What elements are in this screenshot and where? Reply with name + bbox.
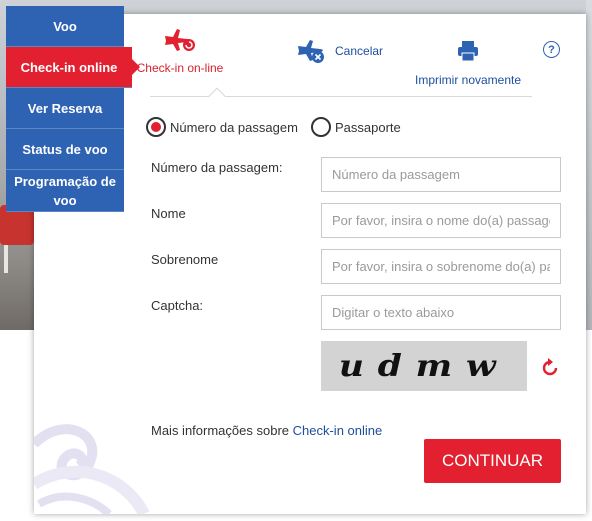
- tab-cancel[interactable]: Cancelar: [296, 40, 383, 71]
- tab-print[interactable]: Imprimir novamente: [412, 40, 524, 87]
- captcha-image: udmw: [321, 341, 527, 391]
- radio-passport-label: Passaporte: [335, 119, 401, 135]
- captcha-image-text: udmw: [338, 348, 510, 384]
- plane-checkin-icon: [165, 29, 195, 51]
- nav-item-checkin[interactable]: Check-in online: [6, 47, 140, 88]
- captcha-input[interactable]: [321, 295, 561, 330]
- last-name-label: Sobrenome: [151, 252, 219, 267]
- continue-button[interactable]: CONTINUAR: [424, 439, 561, 483]
- tab-checkin[interactable]: Check-in on-line: [130, 26, 230, 75]
- ticket-number-label: Número da passagem:: [151, 160, 283, 175]
- more-info-text: Mais informações sobre Check-in online: [151, 423, 382, 438]
- first-name-label: Nome: [151, 206, 186, 221]
- plane-cancel-icon: [298, 40, 324, 63]
- nav-item-status[interactable]: Status de voo: [6, 129, 124, 170]
- first-name-input[interactable]: [321, 203, 561, 238]
- radio-unchecked-icon[interactable]: [311, 117, 331, 137]
- nav-label: Programação de voo: [14, 173, 116, 208]
- last-name-input[interactable]: [321, 249, 561, 284]
- tab-print-label: Imprimir novamente: [414, 73, 522, 87]
- decorative-swirl: [34, 424, 150, 514]
- side-nav: Voo Check-in online Ver Reserva Status d…: [6, 6, 140, 212]
- help-icon[interactable]: ?: [543, 41, 560, 58]
- tab-checkin-label: Check-in on-line: [136, 61, 224, 75]
- ticket-number-input[interactable]: [321, 157, 561, 192]
- refresh-captcha-icon[interactable]: [539, 357, 561, 379]
- nav-label: Voo: [53, 18, 77, 34]
- radio-ticket-number[interactable]: Número da passagem: [146, 117, 298, 137]
- tab-divider: [150, 96, 532, 97]
- more-info-link[interactable]: Check-in online: [293, 423, 383, 438]
- radio-ticket-label: Número da passagem: [170, 119, 298, 135]
- more-info-prefix: Mais informações sobre: [151, 423, 289, 438]
- background-edge: [586, 0, 592, 330]
- printer-icon: [458, 41, 478, 62]
- tab-cancel-label: Cancelar: [335, 44, 384, 58]
- radio-passport[interactable]: Passaporte: [311, 117, 401, 137]
- captcha-label: Captcha:: [151, 298, 204, 313]
- nav-item-ver-reserva[interactable]: Ver Reserva: [6, 88, 124, 129]
- help-label: ?: [548, 43, 555, 56]
- nav-label: Check-in online: [20, 59, 118, 75]
- radio-checked-icon[interactable]: [146, 117, 166, 137]
- nav-label: Ver Reserva: [27, 100, 103, 116]
- background-pole: [4, 245, 8, 273]
- nav-label: Status de voo: [22, 141, 108, 157]
- nav-item-programacao[interactable]: Programação de voo: [6, 170, 124, 212]
- nav-item-voo[interactable]: Voo: [6, 6, 124, 47]
